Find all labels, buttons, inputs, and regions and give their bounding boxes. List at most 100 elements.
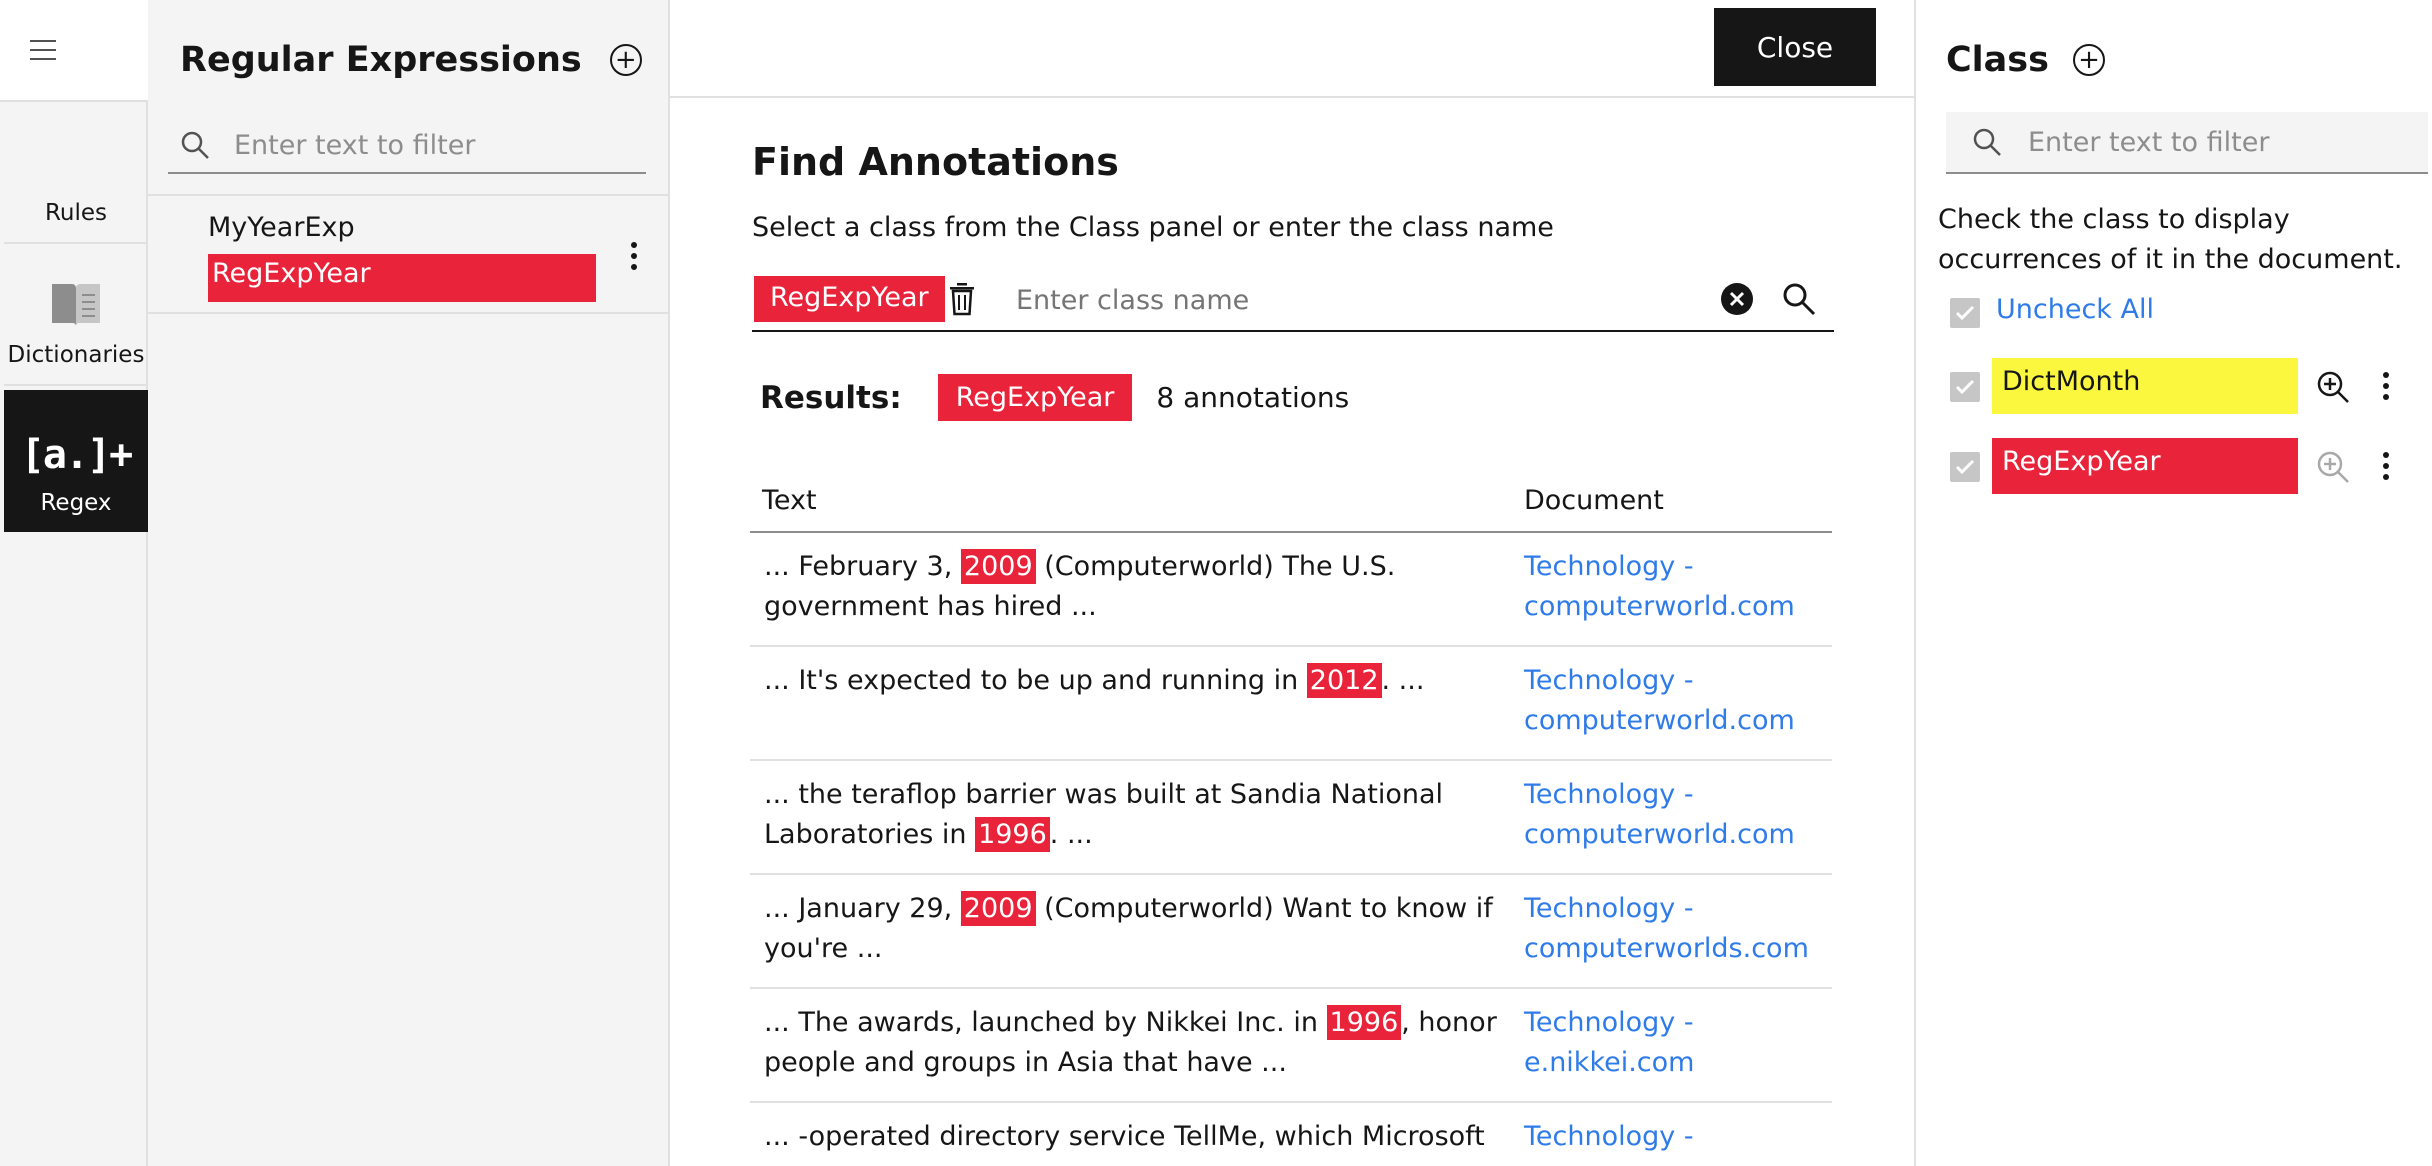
text-cell: ... The awards, launched by Nikkei Inc. … xyxy=(750,988,1512,1103)
rail-item-label: Rules xyxy=(44,200,108,226)
text-after: . ... xyxy=(1049,819,1093,850)
results-count: 8 annotations xyxy=(1156,381,1350,414)
zoom-in-icon[interactable] xyxy=(2316,450,2350,484)
zoom-in-icon[interactable] xyxy=(2316,370,2350,404)
document-cell[interactable]: Technology - computerworlds.com xyxy=(1512,874,1832,989)
hamburger-icon xyxy=(30,40,56,60)
class-filter-field[interactable] xyxy=(1946,112,2428,174)
page-subtitle: Select a class from the Class panel or e… xyxy=(752,212,1554,243)
regex-icon: [a.]+ xyxy=(20,432,133,478)
add-class-button[interactable]: + xyxy=(2072,44,2105,76)
document-link[interactable]: Technology - xyxy=(1524,1007,1694,1038)
table-header-row: Text Document xyxy=(750,470,1832,533)
overflow-menu-icon[interactable] xyxy=(630,242,638,270)
document-link[interactable]: computerworld.com xyxy=(1524,819,1795,850)
results-class-tag: RegExpYear xyxy=(937,374,1133,421)
plus-icon: + xyxy=(2078,45,2100,75)
document-cell[interactable]: Technology - computerworld.com xyxy=(1512,532,1832,647)
annotation-highlight: 2009 xyxy=(960,549,1036,584)
table-row: ... It's expected to be up and running i… xyxy=(750,646,1832,761)
class-panel: Class + Check the class to display occur… xyxy=(1914,0,2432,1166)
document-link[interactable]: computerworld.com xyxy=(1524,705,1795,736)
class-name-input[interactable] xyxy=(1016,278,1716,322)
class-overflow-menu-icon[interactable] xyxy=(2382,372,2390,400)
table-row: ... -operated directory service TellMe, … xyxy=(750,1102,1832,1166)
text-cell: ... It's expected to be up and running i… xyxy=(750,646,1512,761)
book-icon xyxy=(52,284,100,326)
class-checkbox-regexpyear[interactable] xyxy=(1950,452,1980,482)
text-before: ... the teraflop barrier was built at Sa… xyxy=(764,779,1444,850)
class-input-row: RegExpYear xyxy=(752,268,1834,332)
table-row: ... The awards, launched by Nikkei Inc. … xyxy=(750,988,1832,1103)
close-button[interactable]: Close xyxy=(1714,8,1876,86)
table-row: ... the teraflop barrier was built at Sa… xyxy=(750,760,1832,875)
document-cell[interactable]: Technology - computerworld.com xyxy=(1512,760,1832,875)
find-annotations-panel: Close Find Annotations Select a class fr… xyxy=(670,0,1914,1166)
page-title: Find Annotations xyxy=(752,140,1119,184)
rail-item-label: Regex xyxy=(40,490,112,516)
top-bar: Close xyxy=(670,0,1914,98)
text-before: ... February 3, xyxy=(764,551,961,582)
regex-item-name: MyYearExp xyxy=(208,212,355,243)
clear-icon[interactable] xyxy=(1720,282,1754,316)
text-after: . ... xyxy=(1381,665,1425,696)
rail-item-label: Dictionaries xyxy=(7,342,145,368)
text-before: ... It's expected to be up and running i… xyxy=(764,665,1307,696)
checkmark-icon xyxy=(1955,305,1975,321)
regex-filter-field[interactable] xyxy=(168,118,646,174)
rail-item-rules[interactable]: Rules xyxy=(4,104,148,244)
document-link[interactable]: computerworlds.com xyxy=(1524,933,1809,964)
text-before: ... -operated directory service TellMe, … xyxy=(764,1121,1485,1152)
search-icon xyxy=(181,131,209,159)
left-rail: Rules Dictionaries [a.]+ Regex xyxy=(0,0,148,1166)
text-cell: ... February 3, 2009 (Computerworld) The… xyxy=(750,532,1512,647)
search-icon xyxy=(1973,128,2001,156)
document-link[interactable]: Technology - xyxy=(1524,1121,1694,1152)
regex-panel-title: Regular Expressions xyxy=(180,40,582,80)
document-cell[interactable]: Technology - xyxy=(1512,1102,1832,1166)
plus-icon: + xyxy=(614,45,637,75)
text-cell: ... January 29, 2009 (Computerworld) Wan… xyxy=(750,874,1512,989)
text-before: ... The awards, launched by Nikkei Inc. … xyxy=(764,1007,1327,1038)
column-header-document: Document xyxy=(1512,470,1832,533)
rail-item-regex[interactable]: [a.]+ Regex xyxy=(4,390,148,532)
hamburger-menu-button[interactable] xyxy=(0,0,148,102)
regex-list-item[interactable]: MyYearExp RegExpYear xyxy=(148,194,670,314)
annotation-highlight: 2012 xyxy=(1306,663,1382,698)
class-checkbox-dictmonth[interactable] xyxy=(1950,372,1980,402)
add-regex-button[interactable]: + xyxy=(609,44,642,76)
annotation-highlight: 2009 xyxy=(960,891,1036,926)
document-link[interactable]: Technology - xyxy=(1524,665,1694,696)
document-link[interactable]: Technology - xyxy=(1524,893,1694,924)
table-row: ... February 3, 2009 (Computerworld) The… xyxy=(750,532,1832,647)
column-header-text: Text xyxy=(750,470,1512,533)
document-link[interactable]: Technology - xyxy=(1524,779,1694,810)
class-panel-title: Class xyxy=(1946,40,2049,80)
annotation-highlight: 1996 xyxy=(1326,1005,1402,1040)
document-link[interactable]: e.nikkei.com xyxy=(1524,1047,1694,1078)
uncheck-all-checkbox[interactable] xyxy=(1950,298,1980,328)
text-before: ... January 29, xyxy=(764,893,961,924)
regex-panel: Regular Expressions + MyYearExp RegExpYe… xyxy=(148,0,670,1166)
class-filter-input[interactable] xyxy=(2028,126,2428,158)
document-link[interactable]: computerworld.com xyxy=(1524,591,1795,622)
uncheck-all-link[interactable]: Uncheck All xyxy=(1996,294,2154,325)
regex-item-class-tag: RegExpYear xyxy=(208,254,596,302)
class-overflow-menu-icon[interactable] xyxy=(2382,452,2390,480)
results-table: Text Document ... February 3, 2009 (Comp… xyxy=(750,470,1832,1166)
regex-filter-input[interactable] xyxy=(234,129,646,161)
checkmark-icon xyxy=(1955,379,1975,395)
document-cell[interactable]: Technology - computerworld.com xyxy=(1512,646,1832,761)
search-icon[interactable] xyxy=(1782,282,1816,316)
class-label-dictmonth: DictMonth xyxy=(1992,358,2298,414)
class-help-text: Check the class to display occurrences o… xyxy=(1938,204,2403,275)
document-cell[interactable]: Technology - e.nikkei.com xyxy=(1512,988,1832,1103)
table-row: ... January 29, 2009 (Computerworld) Wan… xyxy=(750,874,1832,989)
trash-icon[interactable] xyxy=(948,282,976,316)
annotation-highlight: 1996 xyxy=(975,817,1050,852)
class-label-regexpyear: RegExpYear xyxy=(1992,438,2298,494)
rail-item-dictionaries[interactable]: Dictionaries xyxy=(4,246,148,386)
results-label: Results: xyxy=(760,379,902,416)
text-cell: ... -operated directory service TellMe, … xyxy=(750,1102,1512,1166)
document-link[interactable]: Technology - xyxy=(1524,551,1694,582)
